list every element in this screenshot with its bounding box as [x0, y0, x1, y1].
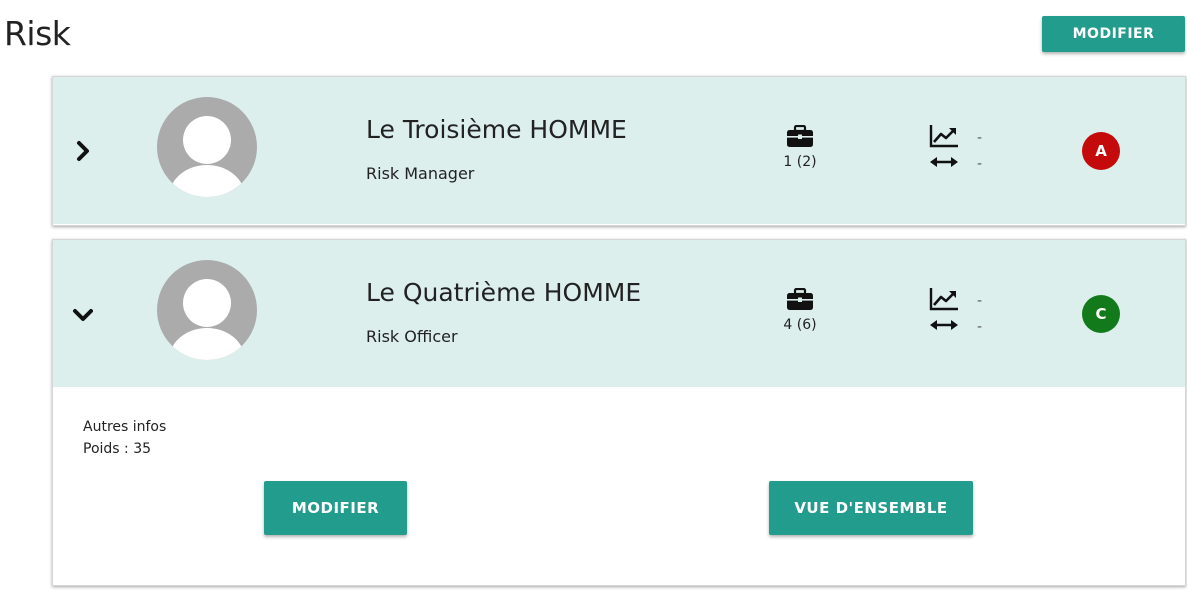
card-header[interactable]: Le Troisième HOMME Risk Manager 1 (2) - …	[53, 77, 1185, 224]
project-count: 4 (6)	[783, 317, 817, 333]
line-chart-icon	[929, 288, 958, 311]
horizontal-arrows-icon	[930, 320, 958, 330]
project-count: 1 (2)	[783, 154, 817, 170]
briefcase-icon	[787, 125, 813, 147]
grade-badge: A	[1082, 132, 1120, 170]
chevron-down-icon[interactable]	[71, 303, 95, 327]
page-title: Risk	[4, 14, 71, 53]
modify-button[interactable]: MODIFIER	[264, 481, 407, 535]
briefcase-icon	[787, 288, 813, 310]
card-header[interactable]: Le Quatrième HOMME Risk Officer 4 (6) - …	[53, 240, 1185, 387]
user-card: Le Quatrième HOMME Risk Officer 4 (6) - …	[52, 239, 1186, 586]
overview-button[interactable]: VUE D'ENSEMBLE	[769, 481, 973, 535]
trend-value: -	[977, 293, 983, 309]
line-chart-icon	[929, 125, 958, 148]
avatar	[157, 260, 257, 360]
card-details: Autres infos Poids : 35 MODIFIER VUE D'E…	[53, 387, 1185, 584]
user-role: Risk Officer	[366, 327, 458, 346]
horizontal-arrows-icon	[930, 157, 958, 167]
user-name: Le Quatrième HOMME	[366, 278, 642, 307]
user-card: Le Troisième HOMME Risk Manager 1 (2) - …	[52, 76, 1186, 226]
arrows-value: -	[977, 156, 983, 172]
weight-label: Poids : 35	[83, 441, 152, 457]
avatar	[157, 97, 257, 197]
chevron-right-icon[interactable]	[71, 139, 95, 163]
grade-badge: C	[1082, 295, 1120, 333]
trend-value: -	[977, 130, 983, 146]
other-info-label: Autres infos	[83, 419, 167, 435]
user-name: Le Troisième HOMME	[366, 115, 627, 144]
arrows-value: -	[977, 319, 983, 335]
modify-button[interactable]: MODIFIER	[1042, 16, 1185, 52]
user-role: Risk Manager	[366, 164, 475, 183]
